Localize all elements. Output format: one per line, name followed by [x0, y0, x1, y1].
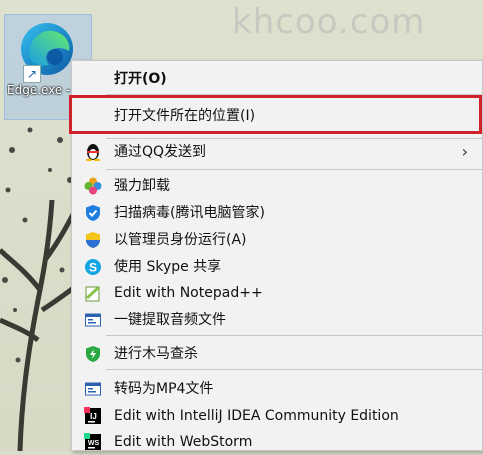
menu-item-label: 进行木马查杀 [114, 346, 198, 362]
window-icon [85, 313, 101, 327]
intellij-icon: IJ [84, 407, 101, 424]
watermark: khcoo.com [232, 2, 426, 42]
menu-item-edit-intellij[interactable]: IJ Edit with IntelliJ IDEA Community Edi… [72, 403, 482, 429]
menu-item-label: 转码为MP4文件 [114, 381, 214, 397]
menu-separator [106, 369, 482, 370]
menu-item-label: 强力卸载 [114, 178, 170, 194]
svg-text:IJ: IJ [90, 412, 97, 421]
menu-item-label: 打开(O) [114, 71, 167, 87]
menu-item-label: 扫描病毒(腾讯电脑管家) [114, 205, 265, 221]
menu-item-label: Edit with WebStorm [114, 434, 253, 450]
webstorm-icon: WS [84, 433, 101, 450]
menu-separator [106, 335, 482, 336]
menu-separator [106, 169, 482, 170]
skype-icon: S [85, 259, 101, 275]
menu-item-transcode-mp4[interactable]: 转码为MP4文件 [72, 376, 482, 402]
shield-check-icon [86, 205, 100, 221]
menu-item-send-via-qq[interactable]: 通过QQ发送到 › [72, 139, 482, 165]
menu-item-label: 通过QQ发送到 [114, 144, 207, 160]
submenu-arrow-icon: › [461, 142, 468, 161]
svg-text:WS: WS [88, 440, 100, 447]
green-shield-icon [86, 346, 100, 362]
window-icon [85, 382, 101, 396]
menu-item-scan-virus[interactable]: 扫描病毒(腾讯电脑管家) [72, 200, 482, 226]
menu-item-share-skype[interactable]: S 使用 Skype 共享 [72, 254, 482, 280]
shortcut-arrow-icon: ↗ [23, 65, 41, 83]
qq-penguin-icon [86, 144, 100, 161]
menu-item-force-uninstall[interactable]: 强力卸载 [72, 173, 482, 199]
uac-shield-icon [86, 232, 100, 248]
menu-item-label: Edit with Notepad++ [114, 285, 263, 301]
menu-item-label: 使用 Skype 共享 [114, 259, 222, 275]
clover-icon [84, 177, 102, 195]
menu-item-run-as-admin[interactable]: 以管理员身份运行(A) [72, 227, 482, 253]
menu-item-trojan-scan[interactable]: 进行木马查杀 [72, 341, 482, 367]
notepad-plus-icon [85, 286, 100, 302]
highlight-annotation-box [69, 95, 482, 134]
menu-item-label: 一键提取音频文件 [114, 312, 226, 328]
menu-item-edit-webstorm[interactable]: WS Edit with WebStorm [72, 429, 482, 455]
menu-item-edit-notepadpp[interactable]: Edit with Notepad++ [72, 280, 482, 306]
menu-item-label: 以管理员身份运行(A) [114, 232, 247, 248]
menu-item-extract-audio[interactable]: 一键提取音频文件 [72, 307, 482, 333]
svg-text:S: S [89, 261, 97, 275]
menu-item-open[interactable]: 打开(O) [72, 66, 482, 92]
menu-item-label: Edit with IntelliJ IDEA Community Editio… [114, 408, 399, 424]
